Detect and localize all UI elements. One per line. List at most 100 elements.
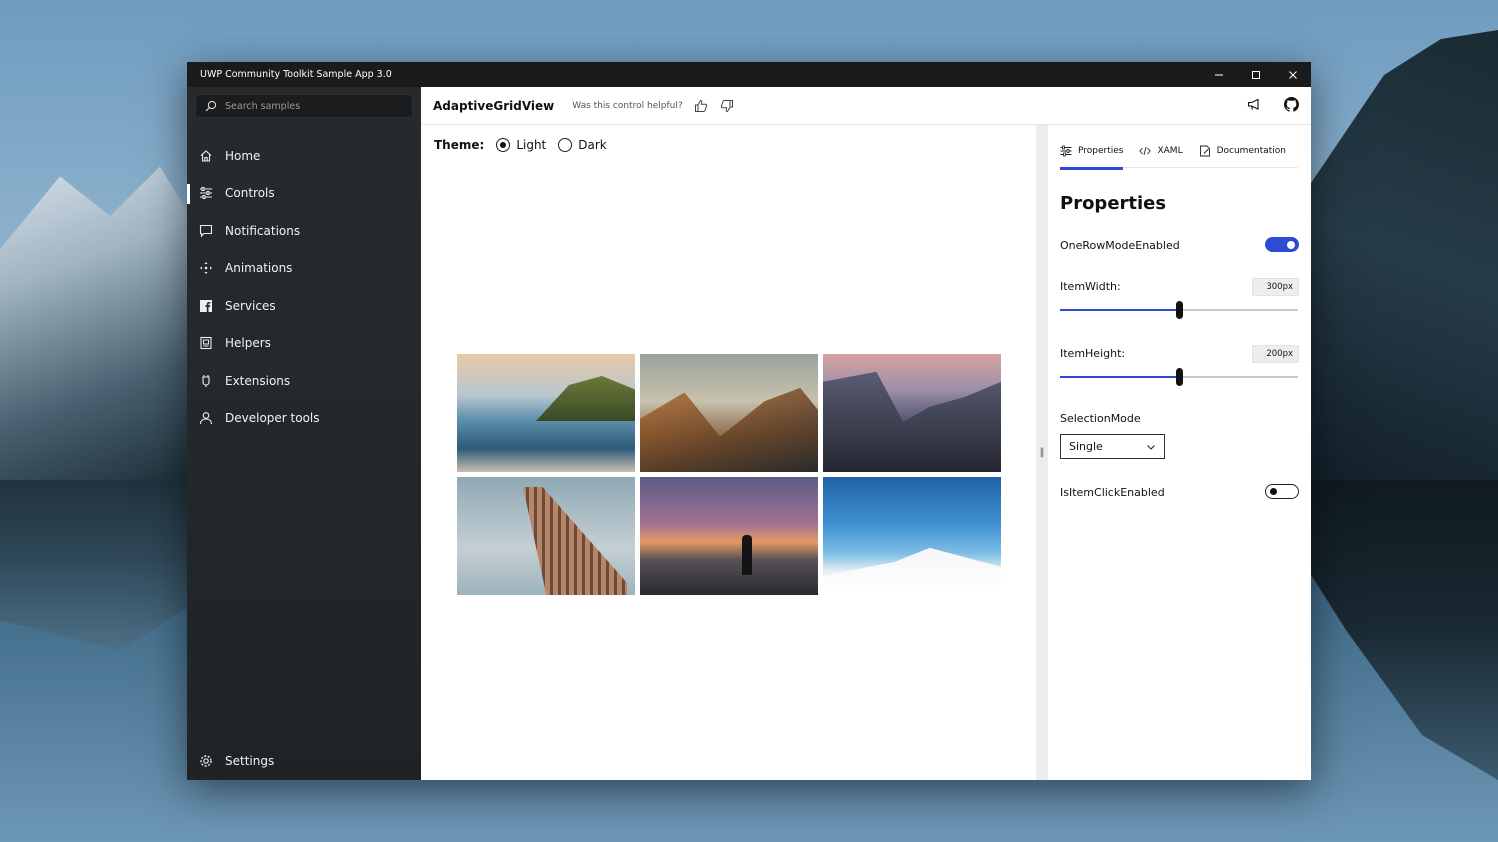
item-height-value[interactable]: 200px	[1252, 345, 1299, 363]
selection-mode-dropdown[interactable]: Single	[1060, 434, 1165, 459]
one-row-mode-toggle[interactable]	[1265, 237, 1299, 252]
item-click-label: IsItemClickEnabled	[1060, 486, 1165, 499]
item-width-slider[interactable]	[1060, 301, 1298, 319]
search-input[interactable]	[225, 100, 395, 112]
item-width-value[interactable]: 300px	[1252, 278, 1299, 296]
settings-label: Settings	[225, 754, 275, 768]
github-button[interactable]	[1284, 97, 1299, 116]
gear-icon	[200, 755, 212, 767]
item-width-label: ItemWidth:	[1060, 280, 1121, 293]
sky-photo[interactable]	[823, 477, 1001, 595]
thumbs-down-button[interactable]	[719, 98, 735, 114]
adaptive-grid-view	[457, 354, 1002, 596]
thumbs-up-button[interactable]	[693, 98, 709, 114]
slider-thumb[interactable]	[1176, 301, 1183, 319]
theme-dark-radio[interactable]: Dark	[558, 138, 607, 152]
grip-handle-icon: ‖	[1039, 447, 1045, 458]
sidebar-item-helpers[interactable]: Helpers	[187, 325, 421, 363]
sidebar-item-animations[interactable]: Animations	[187, 250, 421, 288]
tab-label: Properties	[1078, 146, 1124, 156]
maximize-icon	[1251, 70, 1260, 79]
sidebar-item-label: Developer tools	[225, 411, 320, 426]
search-box[interactable]	[195, 94, 413, 118]
slider-fill	[1060, 309, 1179, 311]
header-actions	[1247, 97, 1299, 116]
properties-panel: Properties XAML Documentation Properties…	[1048, 125, 1311, 780]
lake-photo[interactable]	[457, 354, 635, 472]
sidebar-item-label: Helpers	[225, 336, 271, 351]
radio-selected-icon	[496, 138, 511, 152]
code-icon	[1139, 146, 1152, 156]
close-button[interactable]	[1274, 62, 1311, 87]
radio-label: Light	[516, 138, 547, 152]
background-reflection-left	[0, 480, 200, 650]
sidebar-item-label: Notifications	[225, 223, 301, 238]
theme-selector: Theme: Light Dark	[434, 138, 607, 152]
slider-fill	[1060, 376, 1179, 378]
item-width-value-text: 300px	[1266, 282, 1293, 292]
sidebar-item-services[interactable]: Services	[187, 287, 421, 325]
document-icon	[1199, 145, 1210, 157]
slider-thumb[interactable]	[1176, 368, 1183, 386]
helpers-icon	[200, 337, 212, 350]
item-height-value-text: 200px	[1266, 349, 1293, 359]
tab-xaml[interactable]: XAML	[1139, 135, 1183, 168]
sidebar-item-extensions[interactable]: Extensions	[187, 362, 421, 400]
developer-icon	[199, 412, 213, 425]
radio-unselected-icon	[558, 138, 573, 152]
background-mountain-right	[1308, 30, 1498, 480]
properties-icon	[1060, 145, 1072, 157]
panel-heading: Properties	[1060, 193, 1167, 214]
sidebar-item-controls[interactable]: Controls	[187, 175, 421, 213]
background-mountain-left	[0, 166, 200, 480]
sidebar-item-label: Controls	[225, 186, 275, 201]
item-height-label: ItemHeight:	[1060, 347, 1126, 360]
extension-icon	[202, 374, 210, 387]
minimize-button[interactable]	[1200, 62, 1237, 87]
window-title: UWP Community Toolkit Sample App 3.0	[200, 69, 392, 80]
sunset-photo[interactable]	[640, 477, 818, 595]
sidebar-item-developer-tools[interactable]: Developer tools	[187, 400, 421, 438]
panel-splitter[interactable]: ‖	[1036, 125, 1048, 780]
building-photo[interactable]	[457, 477, 635, 595]
maximize-button[interactable]	[1237, 62, 1274, 87]
item-click-toggle[interactable]	[1265, 484, 1299, 499]
sidebar-item-notifications[interactable]: Notifications	[187, 212, 421, 250]
page-header: AdaptiveGridView Was this control helpfu…	[421, 87, 1311, 125]
sample-area: Theme: Light Dark	[421, 125, 1036, 780]
panel-tabs: Properties XAML Documentation	[1060, 135, 1298, 170]
sidebar-item-label: Services	[225, 298, 276, 313]
sidebar-item-settings[interactable]: Settings	[187, 748, 421, 774]
item-height-slider[interactable]	[1060, 368, 1298, 386]
sidebar-item-label: Extensions	[225, 373, 291, 388]
search-icon	[205, 100, 217, 112]
chevron-down-icon	[1147, 444, 1155, 450]
thumbs-down-icon	[720, 99, 733, 112]
sliders-icon	[200, 187, 212, 200]
selection-mode-label: SelectionMode	[1060, 412, 1141, 425]
tab-properties[interactable]: Properties	[1060, 135, 1124, 170]
home-icon	[200, 150, 212, 162]
mountain-photo[interactable]	[640, 354, 818, 472]
megaphone-icon	[1247, 98, 1259, 110]
sidebar-item-label: Animations	[225, 261, 293, 276]
valley-photo[interactable]	[823, 354, 1001, 472]
feedback-button[interactable]	[1247, 97, 1262, 116]
nav-menu: Home Controls Notifications Animations S…	[187, 137, 421, 437]
thumbs-up-icon	[694, 99, 707, 112]
message-icon	[199, 224, 213, 238]
app-window: UWP Community Toolkit Sample App 3.0 Hom…	[187, 62, 1311, 780]
github-icon	[1284, 97, 1299, 112]
tab-label: XAML	[1157, 146, 1183, 156]
theme-light-radio[interactable]: Light	[496, 138, 546, 152]
feedback-prompt: Was this control helpful?	[572, 100, 683, 111]
sidebar-item-home[interactable]: Home	[187, 137, 421, 175]
tab-label: Documentation	[1216, 146, 1286, 156]
tab-documentation[interactable]: Documentation	[1199, 135, 1286, 168]
one-row-mode-label: OneRowModeEnabled	[1060, 239, 1180, 252]
title-bar[interactable]: UWP Community Toolkit Sample App 3.0	[187, 62, 1311, 87]
radio-label: Dark	[578, 138, 607, 152]
page-title: AdaptiveGridView	[433, 98, 555, 113]
close-icon	[1288, 70, 1297, 79]
sidebar-item-label: Home	[225, 148, 261, 163]
